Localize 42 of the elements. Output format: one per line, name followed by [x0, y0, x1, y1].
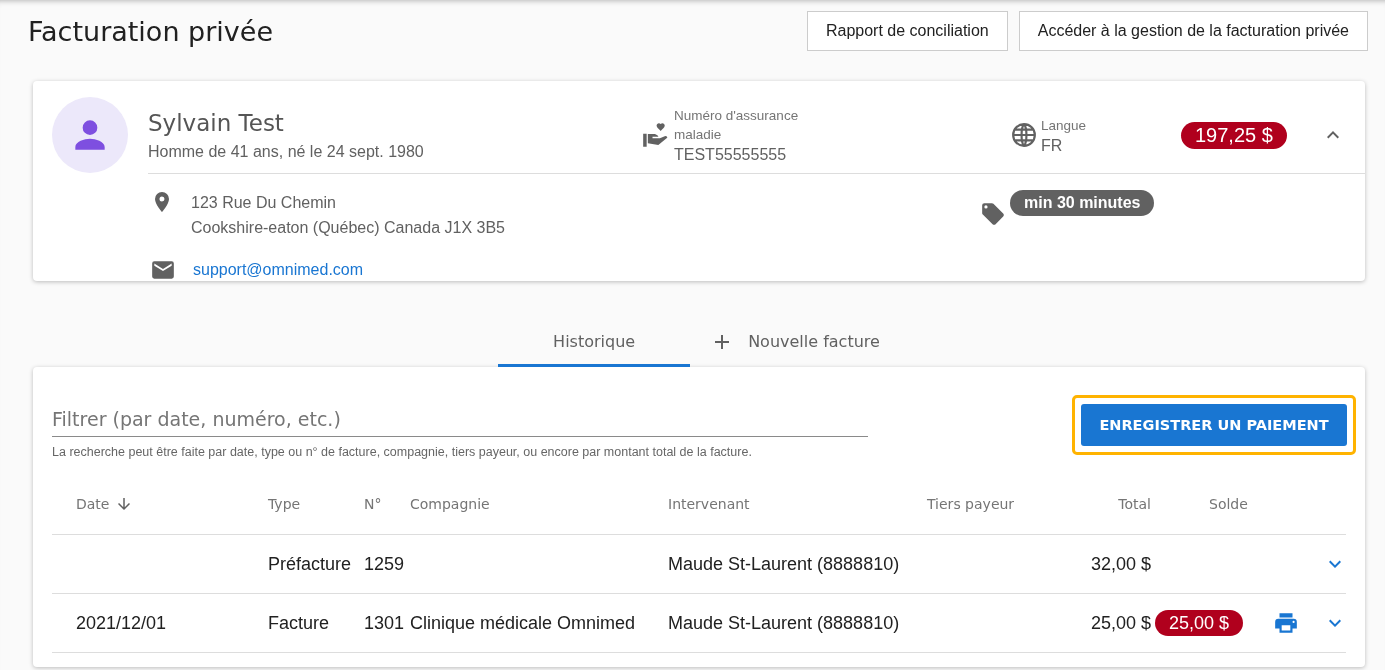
- column-header[interactable]: Type: [268, 495, 364, 512]
- field-value: FR: [1041, 136, 1064, 155]
- table-cell-text: 25,00 $: [1089, 612, 1151, 634]
- outlined-button[interactable]: Rapport de conciliation: [806, 11, 1008, 51]
- patient-name: Sylvain Test: [148, 109, 285, 136]
- column-header[interactable]: Date: [52, 494, 268, 513]
- filter-field[interactable]: Filtrer (par date, numéro, etc.): [52, 396, 868, 437]
- column-header[interactable]: N°: [364, 495, 410, 512]
- balance-badge: 197,25 $: [1181, 121, 1287, 149]
- table-cell-text: Facture: [268, 612, 331, 634]
- table-cell-text: 1301: [364, 612, 406, 634]
- tag-chip: min 30 minutes: [1010, 190, 1155, 216]
- table-cell-text: 32,00 $: [1089, 553, 1151, 575]
- address-line: Cookshire-eaton (Québec) Canada J1X 3B5: [191, 218, 505, 238]
- printer-icon: [1273, 610, 1299, 636]
- address-line: 123 Rue Du Chemin: [191, 193, 337, 213]
- table-cell-text: 1259: [364, 553, 406, 575]
- table-cell-text: Maude St-Laurent (8888810): [668, 553, 901, 575]
- table-cell-text: Préfacture: [268, 553, 353, 575]
- column-header[interactable]: Intervenant: [668, 495, 927, 512]
- column-header[interactable]: Solde: [1151, 495, 1273, 512]
- outlined-button[interactable]: Accéder à la gestion de la facturation privée: [1018, 11, 1368, 51]
- column-header[interactable]: Total: [1067, 495, 1151, 512]
- globe-icon: [1011, 122, 1037, 148]
- table-cell-text: 2021/12/01: [75, 612, 168, 634]
- field-label: Langue: [1041, 116, 1087, 135]
- page-title: Facturation privée: [28, 15, 274, 47]
- field-label: Numéro d'assurance maladie: [674, 107, 800, 144]
- email-link[interactable]: support@omnimed.com: [193, 261, 364, 279]
- column-header[interactable]: Compagnie: [410, 495, 668, 512]
- print-button[interactable]: [1273, 610, 1299, 636]
- table-cell-text: Clinique médicale Omnimed: [410, 612, 637, 634]
- tag-icon: [980, 201, 1006, 227]
- balance-badge: 25,00 $: [1155, 609, 1244, 636]
- patient-summary: Homme de 41 ans, né le 24 sept. 1980: [148, 142, 425, 161]
- record-payment-button[interactable]: ENREGISTRER UN PAIEMENT: [1081, 404, 1347, 446]
- table-cell-text: Maude St-Laurent (8888810): [668, 612, 901, 634]
- tab[interactable]: Nouvelle facture: [690, 319, 900, 367]
- hand-heart-icon: [642, 121, 670, 149]
- filter-hint: La recherche peut être faite par date, type ou n° de facture, compagnie, tiers payeur, ou encore par montant total de la facture.: [52, 445, 753, 459]
- field-value: TEST55555555: [674, 146, 788, 164]
- column-header[interactable]: Tiers payeur: [927, 495, 1067, 512]
